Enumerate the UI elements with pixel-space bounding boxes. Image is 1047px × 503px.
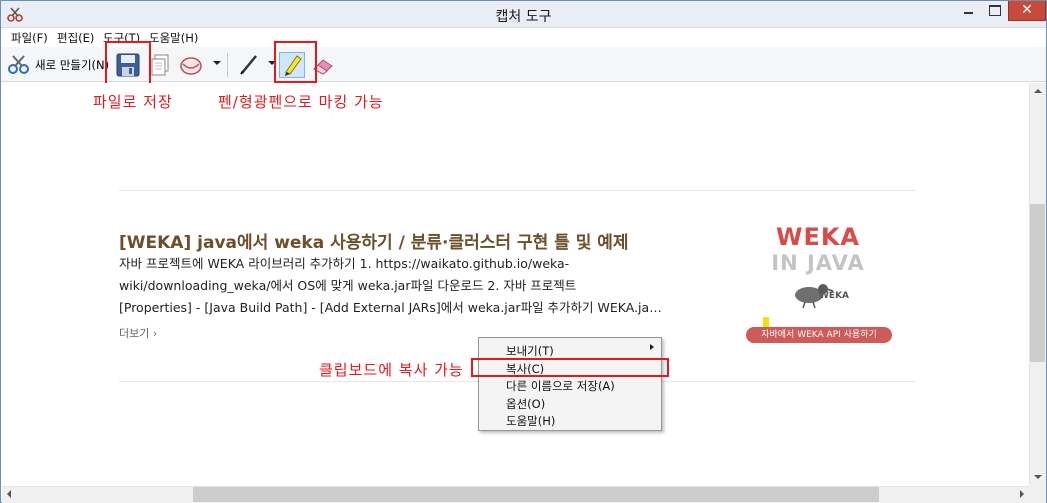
new-capture-label: 새로 만들기(N) bbox=[35, 58, 110, 72]
menu-file[interactable]: 파일(F) bbox=[11, 30, 48, 46]
pen-annotation: 펜/형광펜으로 마킹 가능 bbox=[218, 93, 384, 111]
context-menu: 보내기(T) 복사(C) 다른 이름으로 저장(A) 옵션(O) 도움말(H) bbox=[478, 337, 662, 431]
save-annotation: 파일로 저장 bbox=[93, 93, 173, 111]
menu-help[interactable]: 도움말(H) bbox=[149, 30, 198, 46]
thumbnail-logo-label: WEKA bbox=[819, 291, 850, 301]
scroll-left-arrow-icon[interactable] bbox=[7, 490, 11, 498]
scrollbar-corner bbox=[1029, 486, 1046, 503]
scroll-right-arrow-icon[interactable] bbox=[1020, 490, 1024, 498]
send-dropdown-arrow-icon[interactable] bbox=[213, 61, 221, 65]
context-options[interactable]: 옵션(O) bbox=[506, 396, 545, 412]
copy-highlight-box bbox=[471, 358, 669, 377]
scissors-icon bbox=[8, 55, 29, 74]
menu-edit[interactable]: 편집(E) bbox=[57, 30, 94, 46]
menu-bar: 파일(F) 편집(E) 도구(T) 도움말(H) bbox=[1, 28, 1046, 47]
scroll-up-arrow-icon[interactable] bbox=[1034, 89, 1042, 93]
post-excerpt-line-2: wiki/downloading_weka/에서 OS에 맞게 weka.jar… bbox=[119, 278, 577, 293]
pen-icon bbox=[240, 55, 257, 75]
close-button[interactable]: ✕ bbox=[1008, 1, 1046, 21]
thumbnail-banner: 자바에서 WEKA API 사용하기 bbox=[746, 327, 892, 343]
more-link[interactable]: 더보기 › bbox=[119, 325, 157, 341]
pen-button[interactable] bbox=[236, 52, 262, 78]
minimize-button[interactable] bbox=[956, 1, 982, 21]
thumbnail-title-bottom: IN JAVA bbox=[771, 251, 865, 275]
snipping-tool-window: 캡처 도구 ✕ 파일(F) 편집(E) 도구(T) 도움말(H) 새로 만들기(… bbox=[0, 0, 1047, 503]
highlighter-highlight-box bbox=[274, 41, 317, 83]
highlight-mark bbox=[763, 317, 769, 327]
maximize-button[interactable] bbox=[982, 1, 1008, 21]
horizontal-scroll-thumb[interactable] bbox=[193, 487, 879, 502]
thumbnail-title-top: WEKA bbox=[775, 223, 861, 251]
save-highlight-box bbox=[105, 41, 151, 85]
clipboard-annotation: 클립보드에 복사 가능 bbox=[319, 361, 464, 379]
vertical-scroll-thumb[interactable] bbox=[1030, 204, 1045, 362]
submenu-arrow-icon bbox=[650, 344, 654, 350]
toolbar: 새로 만들기(N) bbox=[1, 47, 1046, 82]
send-email-button[interactable] bbox=[178, 52, 204, 78]
title-bar: 캡처 도구 ✕ bbox=[1, 1, 1046, 28]
window-title: 캡처 도구 bbox=[495, 9, 552, 25]
new-capture-button[interactable]: 새로 만들기(N) bbox=[7, 54, 109, 76]
close-icon: ✕ bbox=[1021, 2, 1033, 18]
post-title[interactable]: [WEKA] java에서 weka 사용하기 / 분류·클러스터 구현 틀 및… bbox=[119, 228, 629, 253]
scroll-down-arrow-icon[interactable] bbox=[1034, 475, 1042, 479]
email-icon bbox=[180, 57, 202, 75]
post-thumbnail[interactable]: WEKA IN JAVA WEKA 자바에서 WEKA API 사용하기 bbox=[729, 217, 907, 355]
context-send[interactable]: 보내기(T) bbox=[506, 343, 554, 359]
divider-line bbox=[119, 190, 915, 191]
context-help[interactable]: 도움말(H) bbox=[506, 413, 555, 429]
post-excerpt-line-3: [Properties] - [Java Build Path] - [Add … bbox=[119, 300, 662, 315]
toolbar-divider bbox=[227, 53, 228, 77]
post-excerpt-line-1: 자바 프로젝트에 WEKA 라이브러리 추가하기 1. https://waik… bbox=[119, 256, 570, 271]
context-save-as[interactable]: 다른 이름으로 저장(A) bbox=[506, 378, 615, 394]
